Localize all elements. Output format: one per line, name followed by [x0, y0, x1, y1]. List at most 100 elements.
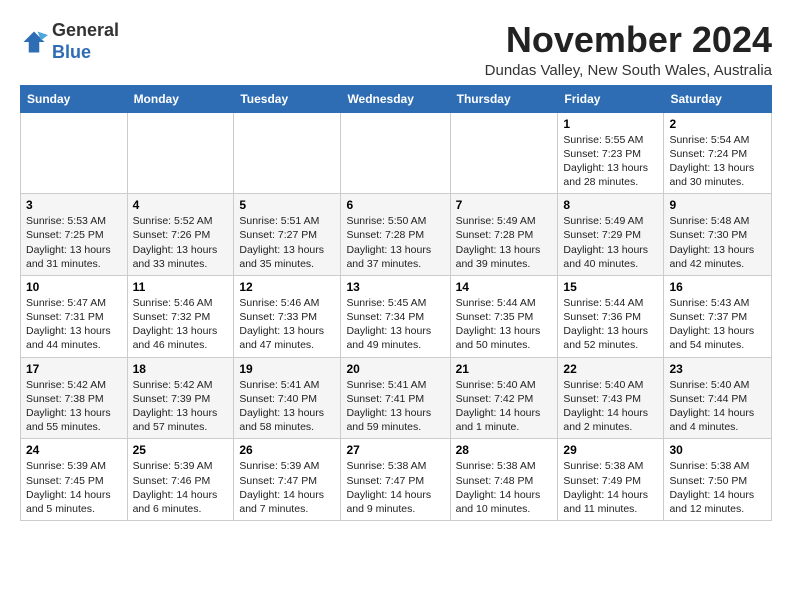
day-number: 20 [346, 362, 444, 376]
day-number: 4 [133, 198, 229, 212]
calendar-cell [21, 112, 128, 194]
calendar-week-1: 1Sunrise: 5:55 AM Sunset: 7:23 PM Daylig… [21, 112, 772, 194]
day-info: Sunrise: 5:38 AM Sunset: 7:47 PM Dayligh… [346, 459, 444, 516]
day-info: Sunrise: 5:42 AM Sunset: 7:39 PM Dayligh… [133, 378, 229, 435]
calendar-cell: 26Sunrise: 5:39 AM Sunset: 7:47 PM Dayli… [234, 439, 341, 521]
day-number: 5 [239, 198, 335, 212]
calendar-cell: 28 Sunrise: 5:38 AM Sunset: 7:48 PM Dayli… [450, 439, 558, 521]
calendar-cell: 24 Sunrise: 5:39 AM Sunset: 7:45 PM Dayli… [21, 439, 128, 521]
calendar-cell [450, 112, 558, 194]
day-number: 3 [26, 198, 122, 212]
day-number: 23 [669, 362, 766, 376]
calendar-cell: 23 Sunrise: 5:40 AM Sunset: 7:44 PM Dayli… [664, 357, 772, 439]
day-number: 1 [563, 117, 658, 131]
calendar-cell: 20 Sunrise: 5:41 AM Sunset: 7:41 PM Dayli… [341, 357, 450, 439]
weekday-header-friday: Friday [558, 85, 664, 112]
day-info: Sunrise: 5:39 AM Sunset: 7:45 PM Dayligh… [26, 459, 122, 516]
day-number: 30 [669, 443, 766, 457]
calendar-cell: 27 Sunrise: 5:38 AM Sunset: 7:47 PM Dayli… [341, 439, 450, 521]
day-info: Sunrise: 5:49 AM Sunset: 7:28 PM Dayligh… [456, 214, 553, 271]
day-info: Sunrise: 5:54 AM Sunset: 7:24 PM Dayligh… [669, 133, 766, 190]
day-info: Sunrise: 5:44 AM Sunset: 7:36 PM Dayligh… [563, 296, 658, 353]
day-info: Sunrise: 5:38 AM Sunset: 7:49 PM Dayligh… [563, 459, 658, 516]
calendar-cell: 16Sunrise: 5:43 AM Sunset: 7:37 PM Dayli… [664, 275, 772, 357]
day-number: 28 [456, 443, 553, 457]
calendar-cell: 18 Sunrise: 5:42 AM Sunset: 7:39 PM Dayli… [127, 357, 234, 439]
day-info: Sunrise: 5:50 AM Sunset: 7:28 PM Dayligh… [346, 214, 444, 271]
day-number: 22 [563, 362, 658, 376]
day-info: Sunrise: 5:39 AM Sunset: 7:46 PM Dayligh… [133, 459, 229, 516]
day-number: 2 [669, 117, 766, 131]
calendar-cell: 4Sunrise: 5:52 AM Sunset: 7:26 PM Daylig… [127, 194, 234, 276]
day-number: 25 [133, 443, 229, 457]
calendar-week-3: 10 Sunrise: 5:47 AM Sunset: 7:31 PM Dayli… [21, 275, 772, 357]
logo: General Blue [20, 20, 119, 63]
day-number: 18 [133, 362, 229, 376]
day-info: Sunrise: 5:42 AM Sunset: 7:38 PM Dayligh… [26, 378, 122, 435]
calendar-cell: 10 Sunrise: 5:47 AM Sunset: 7:31 PM Dayli… [21, 275, 128, 357]
calendar-week-4: 17 Sunrise: 5:42 AM Sunset: 7:38 PM Dayli… [21, 357, 772, 439]
day-number: 9 [669, 198, 766, 212]
calendar-cell: 2 Sunrise: 5:54 AM Sunset: 7:24 PM Daylig… [664, 112, 772, 194]
day-number: 14 [456, 280, 553, 294]
day-info: Sunrise: 5:40 AM Sunset: 7:44 PM Dayligh… [669, 378, 766, 435]
month-title: November 2024 [485, 20, 772, 60]
day-number: 27 [346, 443, 444, 457]
calendar-cell: 7 Sunrise: 5:49 AM Sunset: 7:28 PM Daylig… [450, 194, 558, 276]
calendar-cell: 15Sunrise: 5:44 AM Sunset: 7:36 PM Dayli… [558, 275, 664, 357]
day-info: Sunrise: 5:51 AM Sunset: 7:27 PM Dayligh… [239, 214, 335, 271]
day-info: Sunrise: 5:48 AM Sunset: 7:30 PM Dayligh… [669, 214, 766, 271]
day-number: 29 [563, 443, 658, 457]
calendar-cell: 8 Sunrise: 5:49 AM Sunset: 7:29 PM Daylig… [558, 194, 664, 276]
calendar-cell: 13 Sunrise: 5:45 AM Sunset: 7:34 PM Dayli… [341, 275, 450, 357]
day-number: 26 [239, 443, 335, 457]
day-info: Sunrise: 5:41 AM Sunset: 7:40 PM Dayligh… [239, 378, 335, 435]
day-number: 19 [239, 362, 335, 376]
day-number: 7 [456, 198, 553, 212]
calendar-cell: 29 Sunrise: 5:38 AM Sunset: 7:49 PM Dayli… [558, 439, 664, 521]
weekday-header-wednesday: Wednesday [341, 85, 450, 112]
day-info: Sunrise: 5:47 AM Sunset: 7:31 PM Dayligh… [26, 296, 122, 353]
calendar-cell [234, 112, 341, 194]
day-number: 24 [26, 443, 122, 457]
weekday-header-row: SundayMondayTuesdayWednesdayThursdayFrid… [21, 85, 772, 112]
calendar-cell: 30 Sunrise: 5:38 AM Sunset: 7:50 PM Dayli… [664, 439, 772, 521]
calendar-cell: 5 Sunrise: 5:51 AM Sunset: 7:27 PM Daylig… [234, 194, 341, 276]
calendar-cell: 17 Sunrise: 5:42 AM Sunset: 7:38 PM Dayli… [21, 357, 128, 439]
calendar-cell [127, 112, 234, 194]
calendar-cell: 22 Sunrise: 5:40 AM Sunset: 7:43 PM Dayli… [558, 357, 664, 439]
day-number: 17 [26, 362, 122, 376]
calendar-cell: 25 Sunrise: 5:39 AM Sunset: 7:46 PM Dayli… [127, 439, 234, 521]
calendar-cell: 21Sunrise: 5:40 AM Sunset: 7:42 PM Dayli… [450, 357, 558, 439]
calendar-cell: 9 Sunrise: 5:48 AM Sunset: 7:30 PM Daylig… [664, 194, 772, 276]
logo-text: General Blue [52, 20, 119, 63]
weekday-header-thursday: Thursday [450, 85, 558, 112]
day-number: 11 [133, 280, 229, 294]
day-info: Sunrise: 5:41 AM Sunset: 7:41 PM Dayligh… [346, 378, 444, 435]
day-info: Sunrise: 5:46 AM Sunset: 7:32 PM Dayligh… [133, 296, 229, 353]
day-number: 16 [669, 280, 766, 294]
title-area: November 2024 Dundas Valley, New South W… [485, 20, 772, 79]
logo-icon [20, 28, 48, 56]
day-info: Sunrise: 5:53 AM Sunset: 7:25 PM Dayligh… [26, 214, 122, 271]
calendar-week-2: 3 Sunrise: 5:53 AM Sunset: 7:25 PM Daylig… [21, 194, 772, 276]
day-info: Sunrise: 5:40 AM Sunset: 7:42 PM Dayligh… [456, 378, 553, 435]
calendar-table: SundayMondayTuesdayWednesdayThursdayFrid… [20, 85, 772, 521]
calendar-cell [341, 112, 450, 194]
day-info: Sunrise: 5:40 AM Sunset: 7:43 PM Dayligh… [563, 378, 658, 435]
day-number: 10 [26, 280, 122, 294]
weekday-header-saturday: Saturday [664, 85, 772, 112]
weekday-header-sunday: Sunday [21, 85, 128, 112]
day-info: Sunrise: 5:38 AM Sunset: 7:50 PM Dayligh… [669, 459, 766, 516]
day-number: 8 [563, 198, 658, 212]
day-info: Sunrise: 5:45 AM Sunset: 7:34 PM Dayligh… [346, 296, 444, 353]
day-info: Sunrise: 5:46 AM Sunset: 7:33 PM Dayligh… [239, 296, 335, 353]
day-info: Sunrise: 5:44 AM Sunset: 7:35 PM Dayligh… [456, 296, 553, 353]
calendar-cell: 1Sunrise: 5:55 AM Sunset: 7:23 PM Daylig… [558, 112, 664, 194]
page-header: General Blue November 2024 Dundas Valley… [20, 20, 772, 79]
weekday-header-monday: Monday [127, 85, 234, 112]
day-number: 13 [346, 280, 444, 294]
weekday-header-tuesday: Tuesday [234, 85, 341, 112]
day-info: Sunrise: 5:38 AM Sunset: 7:48 PM Dayligh… [456, 459, 553, 516]
day-info: Sunrise: 5:49 AM Sunset: 7:29 PM Dayligh… [563, 214, 658, 271]
